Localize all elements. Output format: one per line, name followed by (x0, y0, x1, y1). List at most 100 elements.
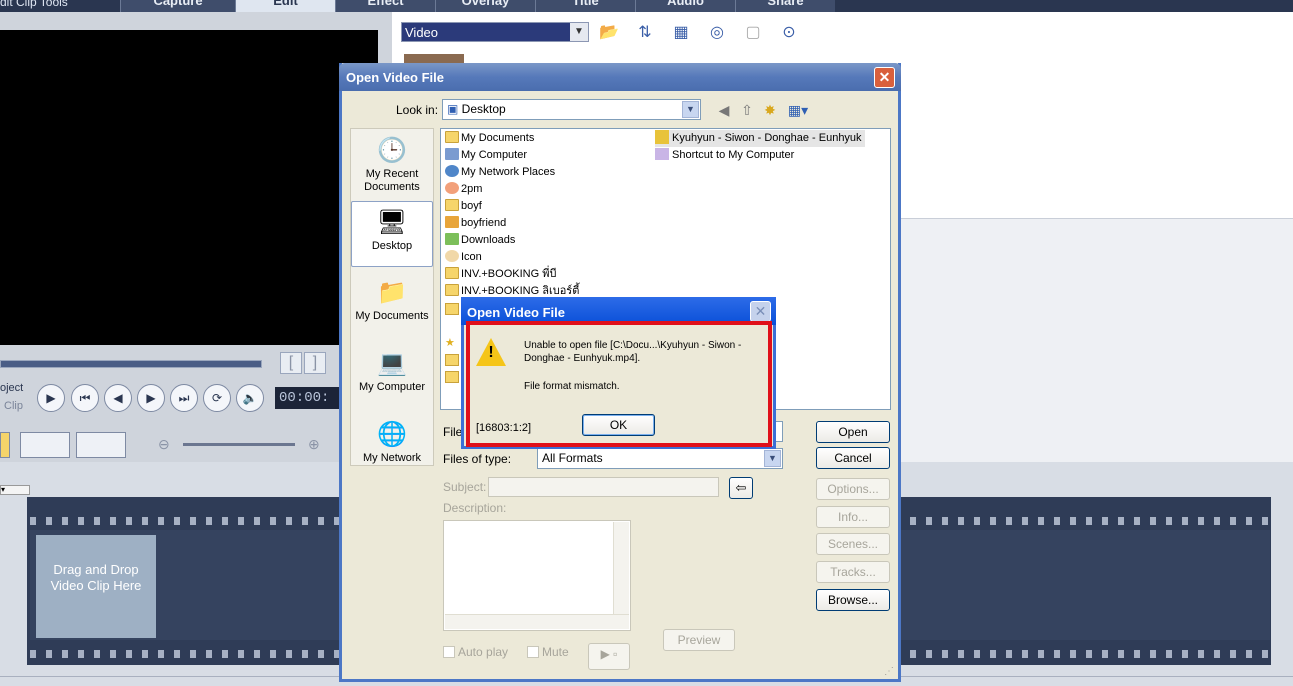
checkbox-box (443, 646, 455, 658)
project-mode-label[interactable]: oject (0, 382, 23, 394)
heart-icon (445, 182, 459, 194)
drop-clip-placeholder[interactable]: Drag and Drop Video Clip Here (36, 535, 156, 638)
place-label: My Computer (358, 381, 426, 393)
my-network-icon: 🌐 (377, 421, 407, 448)
tab-share[interactable]: Share (735, 0, 835, 12)
subject-input[interactable] (488, 477, 719, 497)
tab-title[interactable]: Title (535, 0, 635, 12)
close-icon[interactable]: ✕ (874, 67, 895, 88)
chevron-down-icon[interactable]: ▼ (682, 101, 699, 118)
place-label: Desktop (371, 240, 413, 252)
scenes-button[interactable]: Scenes... (816, 533, 890, 555)
look-in-select[interactable]: ▣ Desktop ▼ (442, 99, 701, 120)
tab-edit[interactable]: Edit (235, 0, 335, 12)
back-icon[interactable]: ◀ (714, 101, 734, 119)
close-icon[interactable]: ✕ (750, 301, 771, 322)
folder-icon (445, 284, 459, 296)
chevron-down-icon[interactable]: ▼ (764, 450, 781, 467)
repeat-icon[interactable]: ⟳ (203, 384, 231, 412)
checkbox-box (527, 646, 539, 658)
list-item[interactable]: My Documents (445, 130, 534, 147)
open-folder-icon[interactable]: 📂 (597, 22, 621, 44)
capture-icon[interactable]: ◎ (705, 22, 729, 44)
place-label: My Documents (355, 310, 429, 322)
scrollbar[interactable] (613, 522, 629, 615)
clip-mode-label[interactable]: Clip (4, 400, 23, 412)
up-folder-icon[interactable]: ⇧ (737, 101, 757, 119)
menu-items[interactable]: dit Clip Tools (0, 0, 68, 9)
new-folder-icon[interactable]: ✸ (760, 101, 780, 119)
look-in-label: Look in: (396, 103, 439, 117)
mark-out-button[interactable]: ] (304, 352, 326, 374)
icon-folder-icon (445, 250, 459, 262)
place-my-computer[interactable]: 💻 My Computer (351, 343, 433, 409)
place-recent-documents[interactable]: 🕒 My Recent Documents (351, 130, 433, 196)
audio-view-button[interactable] (76, 432, 126, 458)
folder-icon (445, 303, 459, 315)
look-in-value: Desktop (461, 102, 506, 116)
zoom-slider[interactable] (183, 443, 295, 446)
tracks-button[interactable]: Tracks... (816, 561, 890, 583)
delete-icon[interactable]: ▢ (741, 22, 765, 44)
place-desktop[interactable]: 🖥 Desktop (351, 201, 433, 267)
file-name-input[interactable] (775, 421, 783, 442)
tab-effect[interactable]: Effect (335, 0, 435, 12)
storyboard-view-button[interactable] (0, 432, 10, 458)
resize-grip-icon[interactable]: ⋰ (884, 666, 894, 677)
play-icon[interactable]: ▶ (37, 384, 65, 412)
library-manager-icon[interactable]: ▦ (669, 22, 693, 44)
list-item[interactable]: My Computer (445, 147, 527, 164)
tab-capture[interactable]: Capture (120, 0, 235, 12)
zoom-out-icon[interactable]: ⊖ (158, 436, 170, 453)
tab-audio[interactable]: Audio (635, 0, 735, 12)
highlight-box (466, 321, 772, 447)
star-icon: ★ (445, 337, 455, 349)
expand-icon[interactable]: ⊙ (777, 22, 801, 44)
sort-icon[interactable]: ⇅ (633, 22, 657, 44)
tab-overlay[interactable]: Overlay (435, 0, 535, 12)
next-frame-icon[interactable]: ▶ (137, 384, 165, 412)
browse-button[interactable]: Browse... (816, 589, 890, 611)
folder-icon (445, 371, 459, 383)
list-item[interactable]: 2pm (445, 181, 482, 198)
options-button[interactable]: Options... (816, 478, 890, 500)
list-item[interactable]: boyfriend (445, 215, 506, 232)
chevron-down-icon[interactable]: ▼ (570, 23, 588, 41)
previous-frame-icon[interactable]: ◀ (104, 384, 132, 412)
library-category-value: Video (405, 25, 439, 40)
auto-play-checkbox[interactable]: Auto play (443, 645, 508, 659)
mark-in-button[interactable]: [ (280, 352, 302, 374)
zoom-in-icon[interactable]: ⊕ (308, 436, 320, 453)
list-item[interactable]: Downloads (445, 232, 515, 249)
preview-button[interactable]: Preview (663, 629, 735, 651)
views-menu-icon[interactable]: ▦▾ (785, 101, 811, 119)
desktop-icon: ▣ (447, 102, 462, 116)
play-preview-icon[interactable]: ▶ ▫ (588, 643, 630, 670)
shortcut-icon (655, 148, 669, 160)
timeline-menu-button[interactable]: ▾ (0, 485, 30, 495)
place-my-documents[interactable]: 📁 My Documents (351, 272, 433, 338)
file-name-label: File (443, 425, 463, 439)
list-item[interactable]: My Network Places (445, 164, 555, 181)
scrub-bar[interactable] (0, 360, 262, 368)
library-category-select[interactable]: Video ▼ (401, 22, 589, 42)
list-item[interactable]: Shortcut to My Computer (655, 147, 794, 164)
timeline-view-button[interactable] (20, 432, 70, 458)
list-item[interactable]: boyf (445, 198, 482, 215)
horizontal-scrollbar[interactable] (445, 614, 629, 629)
go-to-end-icon[interactable]: ⏭ (170, 384, 198, 412)
go-to-start-icon[interactable]: ⏮ (71, 384, 99, 412)
timecode-display[interactable]: 00:00: (275, 387, 345, 409)
list-item[interactable]: Icon (445, 249, 482, 266)
place-my-network[interactable]: 🌐 My Network (351, 414, 433, 466)
list-item-selected[interactable]: Kyuhyun - Siwon - Donghae - Eunhyuk (655, 130, 865, 147)
info-button[interactable]: Info... (816, 506, 890, 528)
mute-checkbox[interactable]: Mute (527, 645, 569, 659)
volume-icon[interactable]: 🔈 (236, 384, 264, 412)
apply-subject-icon[interactable]: ⇦ (729, 477, 753, 499)
files-of-type-select[interactable]: All Formats ▼ (537, 448, 783, 469)
mp4-file-icon (655, 130, 669, 144)
open-button[interactable]: Open (816, 421, 890, 443)
cancel-button[interactable]: Cancel (816, 447, 890, 469)
list-item[interactable]: INV.+BOOKING พี่บี (445, 266, 556, 283)
